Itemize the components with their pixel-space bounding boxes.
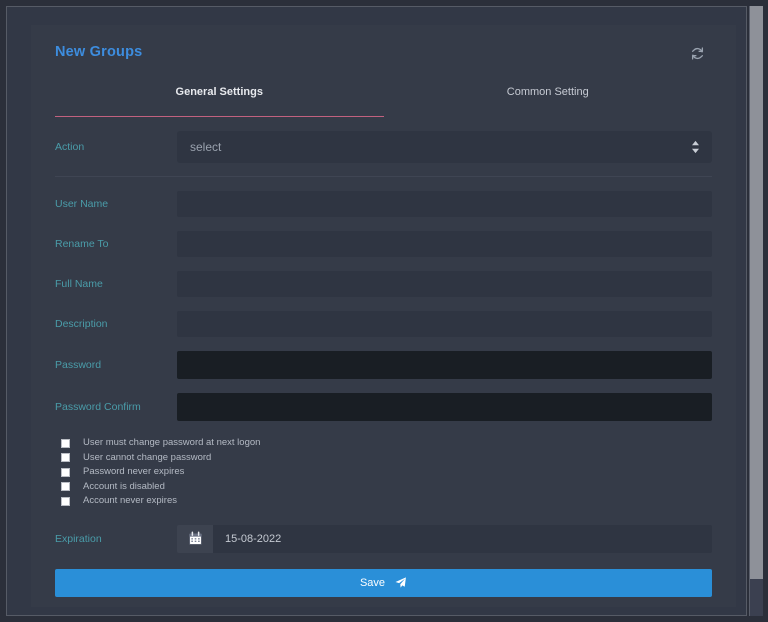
refresh-icon[interactable] xyxy=(688,44,706,62)
action-control: select xyxy=(177,131,712,163)
new-groups-card: New Groups General Settings Common Setti… xyxy=(31,25,736,607)
checkbox-row-account-never-expires[interactable]: Account never expires xyxy=(61,494,712,509)
tab-general-settings[interactable]: General Settings xyxy=(55,85,384,117)
page-title: New Groups xyxy=(55,44,143,60)
save-button[interactable]: Save xyxy=(55,568,712,597)
tab-general-settings-label: General Settings xyxy=(175,86,263,98)
rename-to-input[interactable] xyxy=(177,231,712,257)
checkbox-label-account-disabled: Account is disabled xyxy=(83,480,165,492)
expiration-input[interactable] xyxy=(213,524,712,553)
card-inner: New Groups General Settings Common Setti… xyxy=(31,25,736,607)
calendar-icon-glyph xyxy=(188,531,202,545)
label-password-confirm: Password Confirm xyxy=(55,401,141,413)
label-full-name: Full Name xyxy=(55,278,103,290)
tab-bar: General Settings Common Setting xyxy=(55,85,712,117)
action-row: Action select xyxy=(55,131,712,163)
password-confirm-input[interactable] xyxy=(177,393,712,421)
checkbox-account-never-expires[interactable] xyxy=(61,496,70,506)
checkbox-label-must-change-password: User must change password at next logon xyxy=(83,437,261,449)
checkbox-account-disabled[interactable] xyxy=(61,482,70,492)
checkbox-label-cannot-change-password: User cannot change password xyxy=(83,451,212,463)
vertical-scrollbar-thumb[interactable] xyxy=(750,6,763,580)
checkbox-row-password-never-expires[interactable]: Password never expires xyxy=(61,465,712,480)
send-icon xyxy=(395,577,406,588)
checkbox-cannot-change-password[interactable] xyxy=(61,453,70,463)
checkbox-label-account-never-expires: Account never expires xyxy=(83,495,177,507)
viewport-frame: New Groups General Settings Common Setti… xyxy=(6,6,747,616)
card-header: New Groups xyxy=(55,43,712,73)
checkbox-must-change-password[interactable] xyxy=(61,438,70,448)
description-input[interactable] xyxy=(177,311,712,337)
row-user-name: User Name xyxy=(55,191,712,217)
vertical-scrollbar[interactable] xyxy=(749,6,763,616)
action-select-wrap: select xyxy=(177,131,712,163)
checkbox-row-must-change-password[interactable]: User must change password at next logon xyxy=(61,436,712,451)
label-rename-to: Rename To xyxy=(55,238,109,250)
checkbox-row-account-disabled[interactable]: Account is disabled xyxy=(61,480,712,495)
label-password: Password xyxy=(55,359,102,371)
checkbox-password-never-expires[interactable] xyxy=(61,467,70,477)
tab-common-setting-label: Common Setting xyxy=(506,86,589,98)
account-options-group: User must change password at next logon … xyxy=(55,436,712,509)
calendar-icon[interactable] xyxy=(177,524,213,553)
app-window: New Groups General Settings Common Setti… xyxy=(0,0,768,622)
save-button-label: Save xyxy=(359,576,386,589)
label-expiration: Expiration xyxy=(55,532,102,545)
row-full-name: Full Name xyxy=(55,271,712,297)
tab-common-setting[interactable]: Common Setting xyxy=(384,85,713,117)
checkbox-row-cannot-change-password[interactable]: User cannot change password xyxy=(61,451,712,466)
action-label: Action xyxy=(55,141,85,153)
row-description: Description xyxy=(55,311,712,337)
password-input[interactable] xyxy=(177,351,712,379)
checkbox-label-password-never-expires: Password never expires xyxy=(83,466,185,478)
label-user-name: User Name xyxy=(55,198,109,210)
expiration-row: Expiration xyxy=(55,524,712,553)
row-password: Password xyxy=(55,351,712,379)
row-password-confirm: Password Confirm xyxy=(55,393,712,421)
row-rename-to: Rename To xyxy=(55,231,712,257)
refresh-icon-glyph xyxy=(691,46,703,60)
action-select[interactable]: select xyxy=(177,131,712,163)
full-name-input[interactable] xyxy=(177,271,712,297)
label-description: Description xyxy=(55,318,108,330)
expiration-control xyxy=(177,524,712,553)
user-name-input[interactable] xyxy=(177,191,712,217)
section-divider xyxy=(55,176,712,177)
